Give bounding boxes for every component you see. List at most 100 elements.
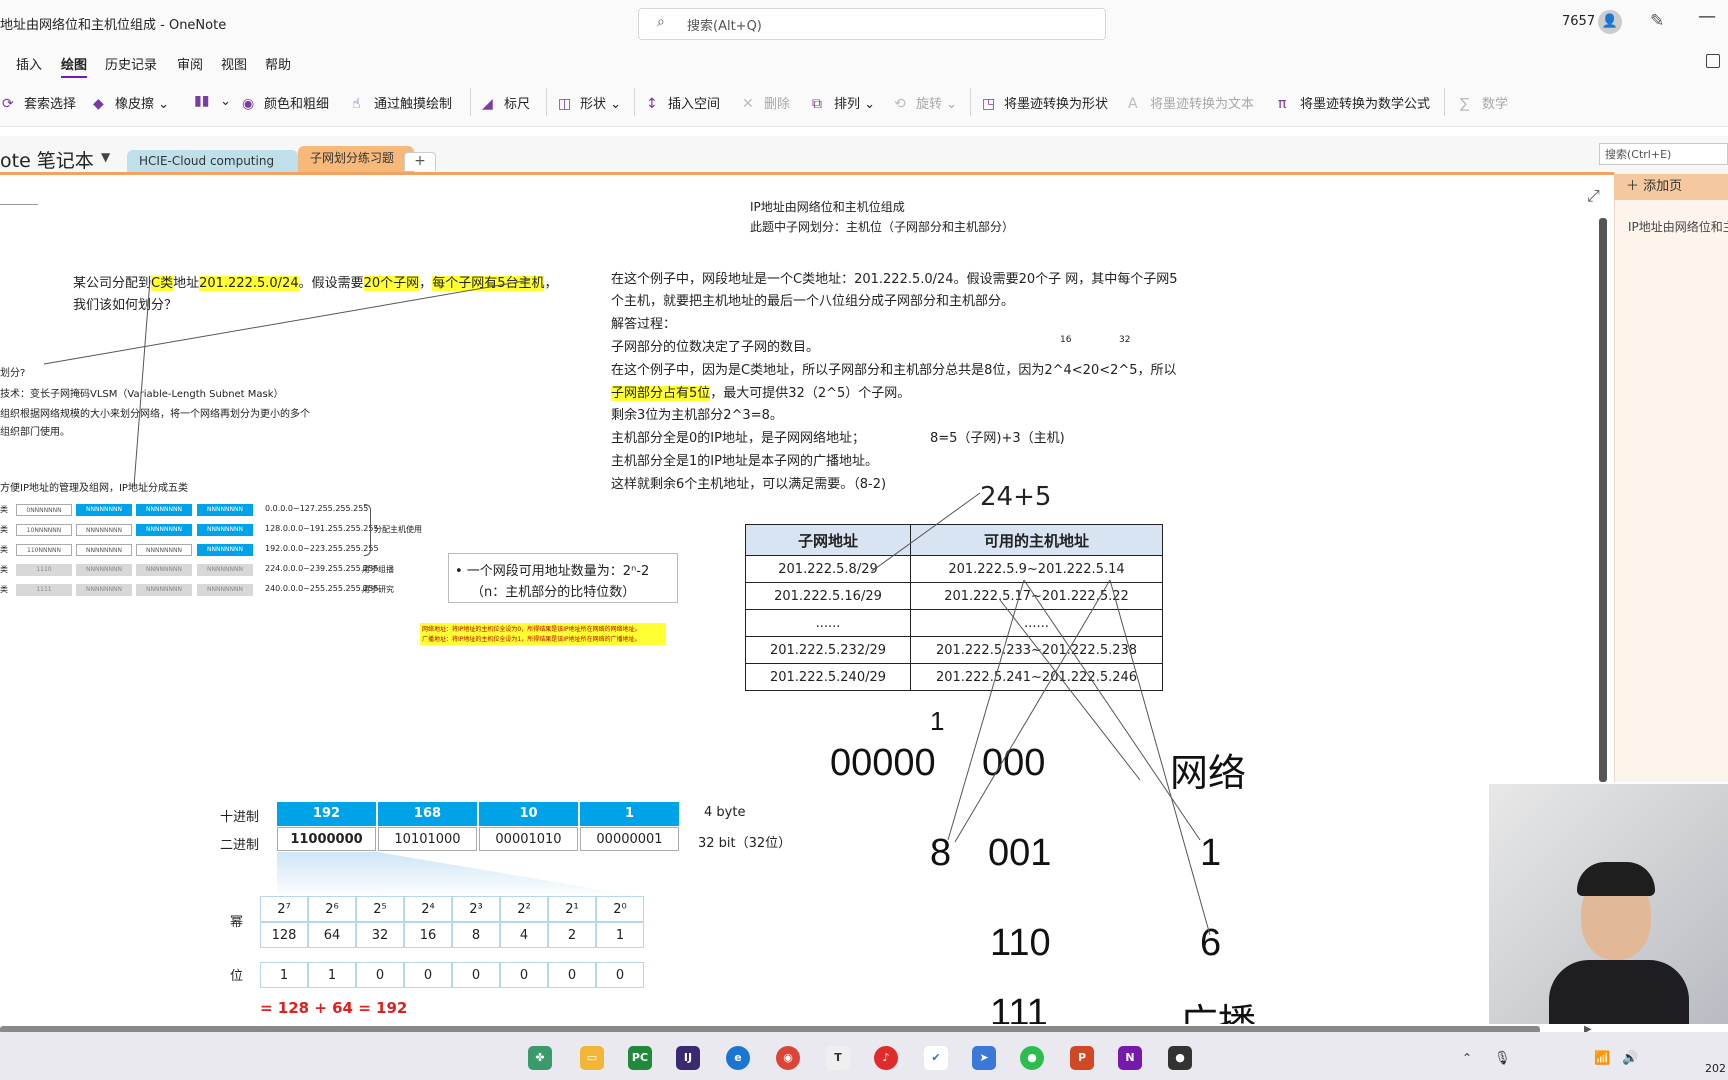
- delete-label: 删除: [764, 97, 791, 112]
- page-list-item[interactable]: IP地址由网络位和主: [1628, 218, 1728, 235]
- class-cell: 110NNNNN: [16, 544, 72, 556]
- ink-to-math-button[interactable]: π 将墨迹转换为数学公式: [1278, 93, 1430, 112]
- add-page-button[interactable]: ＋ 添加页: [1614, 174, 1728, 200]
- delete-button[interactable]: ✕ 删除: [742, 93, 790, 112]
- onenote-icon[interactable]: N: [1118, 1046, 1142, 1070]
- chrome-icon[interactable]: ◉: [776, 1046, 800, 1070]
- handwritten-digit: 1: [1200, 832, 1222, 874]
- wechat-icon[interactable]: ●: [1020, 1046, 1044, 1070]
- handwritten-label: 广播: [1180, 1003, 1257, 1024]
- page-heading: IP地址由网络位和主机位组成: [750, 200, 905, 214]
- pycharm-icon[interactable]: PC: [628, 1046, 652, 1070]
- menu-insert[interactable]: 插入: [16, 54, 42, 73]
- question-text: ，: [419, 276, 433, 291]
- menu-review[interactable]: 审阅: [177, 54, 203, 73]
- pen-icon[interactable]: ✎: [1650, 11, 1664, 31]
- handwritten-digit: 1: [930, 706, 945, 736]
- class-cell: NNNNNNNN: [197, 504, 253, 516]
- divider: [0, 204, 38, 205]
- value-cell: 1: [596, 922, 644, 948]
- powerpoint-icon[interactable]: P: [1070, 1046, 1094, 1070]
- expand-icon[interactable]: ⤢: [1587, 186, 1600, 206]
- arrange-label: 排列: [834, 97, 861, 112]
- ink-to-shape-button[interactable]: ◳ 将墨迹转换为形状: [982, 93, 1108, 112]
- table-cell: 201.222.5.16/29: [745, 582, 911, 610]
- minimize-button[interactable]: —: [1698, 6, 1716, 27]
- chevron-up-icon[interactable]: ⌃: [1462, 1051, 1472, 1065]
- wifi-icon[interactable]: 📶: [1594, 1051, 1610, 1066]
- shapes-button[interactable]: ◫ 形状 ⌄: [558, 93, 621, 112]
- power-cell: 2⁷: [260, 896, 308, 922]
- color-thickness-button[interactable]: ◉ 颜色和粗细: [242, 93, 329, 112]
- ribbon-divider: [634, 88, 635, 116]
- address-count-box: • 一个网段可用地址数量为：2ⁿ-2 （n：主机部分的比特位数）: [448, 553, 678, 603]
- power-cell: 2²: [500, 896, 548, 922]
- search-icon: ⌕: [657, 14, 665, 30]
- touch-draw-label: 通过触摸绘制: [374, 97, 453, 112]
- menu-bar: 插入 绘图 历史记录 审阅 视图 帮助: [0, 46, 1728, 80]
- menu-history[interactable]: 历史记录: [105, 54, 157, 73]
- section-tab-hcie[interactable]: HCIE-Cloud computing: [127, 150, 298, 172]
- table-row: ............: [745, 609, 1163, 637]
- touch-icon: ☝: [352, 96, 361, 112]
- eraser-button[interactable]: ◆ 橡皮擦 ⌄: [93, 93, 169, 112]
- question-text: 某公司分配到: [73, 276, 152, 291]
- question-line-2: 我们该如何划分？: [73, 298, 178, 313]
- restore-icon[interactable]: [1706, 54, 1720, 68]
- ink-to-text-label: 将墨迹转换为文本: [1150, 97, 1255, 112]
- left-note: 划分?: [0, 368, 26, 379]
- widgets-icon[interactable]: ✤: [528, 1046, 552, 1070]
- touch-draw-button[interactable]: ☝ 通过触摸绘制: [352, 93, 452, 112]
- value-cell: 32: [356, 922, 404, 948]
- table-cell: 201.222.5.241~201.222.5.246: [910, 663, 1163, 691]
- subnet-table: 子网地址 可用的主机地址 201.222.5.8/29 201.222.5.9~2…: [745, 524, 1163, 691]
- tray-clock[interactable]: 202: [1705, 1062, 1726, 1075]
- ruler-button[interactable]: ◢ 标尺: [482, 93, 530, 112]
- menu-draw[interactable]: 绘图: [61, 54, 88, 78]
- binary-octet: 11000000: [277, 827, 376, 851]
- binary-label: 二进制: [220, 838, 260, 853]
- value-cell: 8: [452, 922, 500, 948]
- math-label: 数学: [1482, 97, 1509, 112]
- class-cell: 1110: [16, 564, 72, 576]
- chevron-down-icon[interactable]: ▼: [101, 150, 110, 164]
- ink-to-text-button[interactable]: A 将墨迹转换为文本: [1128, 93, 1254, 112]
- file-explorer-icon[interactable]: ▭: [580, 1046, 604, 1070]
- class-cell: NNNNNNNN: [76, 544, 132, 556]
- rotate-button[interactable]: ⟲ 旋转 ⌄: [894, 93, 957, 112]
- question-highlight: C类: [151, 276, 174, 291]
- arrange-button[interactable]: ⧉ 排列 ⌄: [812, 93, 875, 112]
- question-text: 。假设需要: [298, 276, 364, 291]
- menu-help[interactable]: 帮助: [265, 54, 291, 73]
- lasso-button[interactable]: ⟳ 套索选择: [2, 93, 76, 112]
- add-section-button[interactable]: +: [404, 152, 436, 171]
- table-cell: 201.222.5.240/29: [745, 663, 911, 691]
- notebook-title[interactable]: ote 笔记本: [0, 146, 94, 173]
- math-button[interactable]: ∑ 数学: [1460, 93, 1508, 112]
- search-placeholder: 搜索(Alt+Q): [687, 19, 762, 34]
- section-tab-subnet[interactable]: 子网划分练习题: [298, 146, 414, 172]
- search-input[interactable]: ⌕ 搜索(Alt+Q): [638, 8, 1106, 40]
- insert-space-button[interactable]: ↕ 插入空间: [646, 93, 720, 112]
- intellij-icon[interactable]: IJ: [676, 1046, 700, 1070]
- table-header: 可用的主机地址: [910, 524, 1163, 556]
- page-search-input[interactable]: 搜索(Ctrl+E): [1599, 143, 1728, 165]
- edge-icon[interactable]: e: [726, 1046, 750, 1070]
- menu-view[interactable]: 视图: [221, 54, 247, 73]
- typora-icon[interactable]: T: [826, 1046, 850, 1070]
- class-cell: NNNNNNNN: [136, 564, 192, 576]
- pen-gallery-button[interactable]: ▮▮ ⌄: [194, 93, 231, 109]
- ruler-label: 标尺: [504, 97, 531, 112]
- app-icon[interactable]: ➤: [972, 1046, 996, 1070]
- bit-cell: 0: [596, 962, 644, 988]
- avatar[interactable]: 👤: [1598, 10, 1622, 34]
- todo-icon[interactable]: ✔: [924, 1046, 948, 1070]
- bits-label: 32 bit（32位）: [698, 836, 792, 851]
- explanation-line: 剩余3位为主机部分2^3=8。: [611, 408, 783, 423]
- netease-music-icon[interactable]: ♪: [874, 1046, 898, 1070]
- recorder-icon[interactable]: ●: [1168, 1046, 1192, 1070]
- explanation-line: 这样就剩余6个主机地址，可以满足需要。（8-2): [611, 477, 887, 492]
- microphone-icon[interactable]: 🎙: [1494, 1051, 1511, 1066]
- vertical-scrollbar[interactable]: [1599, 218, 1607, 782]
- volume-icon[interactable]: 🔊: [1622, 1051, 1638, 1066]
